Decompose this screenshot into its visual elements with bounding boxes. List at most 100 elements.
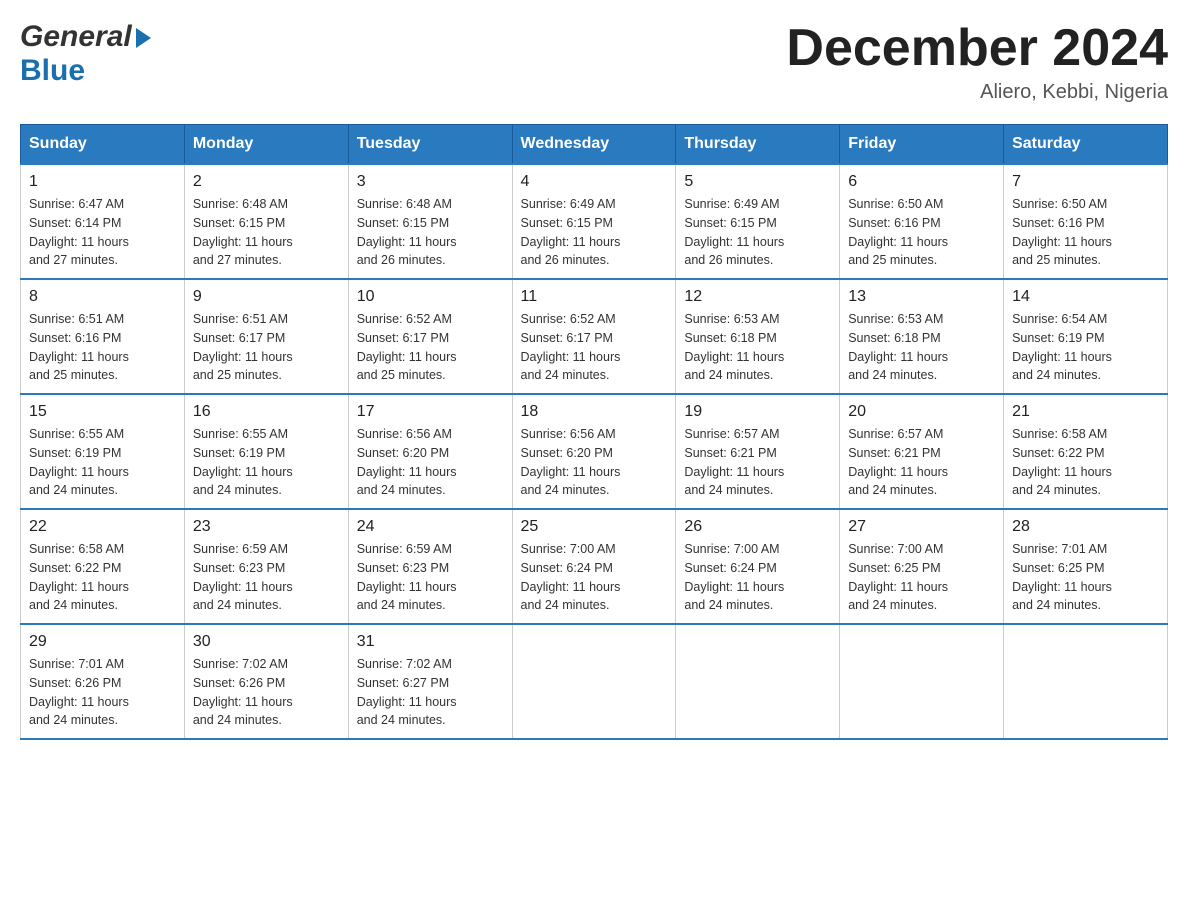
table-row: 11 Sunrise: 6:52 AM Sunset: 6:17 PM Dayl… [512,279,676,394]
table-row [840,624,1004,739]
table-row [676,624,840,739]
day-number: 27 [848,518,995,536]
day-number: 8 [29,288,176,306]
day-info: Sunrise: 7:02 AM Sunset: 6:26 PM Dayligh… [193,655,340,730]
table-row: 17 Sunrise: 6:56 AM Sunset: 6:20 PM Dayl… [348,394,512,509]
day-info: Sunrise: 6:54 AM Sunset: 6:19 PM Dayligh… [1012,310,1159,385]
table-row: 15 Sunrise: 6:55 AM Sunset: 6:19 PM Dayl… [21,394,185,509]
table-row: 28 Sunrise: 7:01 AM Sunset: 6:25 PM Dayl… [1004,509,1168,624]
logo: General Blue [20,20,151,88]
table-row: 3 Sunrise: 6:48 AM Sunset: 6:15 PM Dayli… [348,164,512,279]
calendar-week-row: 1 Sunrise: 6:47 AM Sunset: 6:14 PM Dayli… [21,164,1168,279]
day-info: Sunrise: 6:50 AM Sunset: 6:16 PM Dayligh… [848,195,995,270]
month-title: December 2024 [786,20,1168,77]
table-row: 2 Sunrise: 6:48 AM Sunset: 6:15 PM Dayli… [184,164,348,279]
header-thursday: Thursday [676,125,840,165]
logo-blue-text: Blue [20,54,85,88]
header-friday: Friday [840,125,1004,165]
day-number: 4 [521,173,668,191]
day-info: Sunrise: 6:52 AM Sunset: 6:17 PM Dayligh… [521,310,668,385]
day-number: 29 [29,633,176,651]
day-info: Sunrise: 7:00 AM Sunset: 6:24 PM Dayligh… [521,540,668,615]
day-number: 20 [848,403,995,421]
calendar-week-row: 8 Sunrise: 6:51 AM Sunset: 6:16 PM Dayli… [21,279,1168,394]
weekday-header-row: Sunday Monday Tuesday Wednesday Thursday… [21,125,1168,165]
day-info: Sunrise: 6:56 AM Sunset: 6:20 PM Dayligh… [357,425,504,500]
table-row: 16 Sunrise: 6:55 AM Sunset: 6:19 PM Dayl… [184,394,348,509]
day-number: 9 [193,288,340,306]
day-info: Sunrise: 6:50 AM Sunset: 6:16 PM Dayligh… [1012,195,1159,270]
day-number: 21 [1012,403,1159,421]
day-number: 22 [29,518,176,536]
page-header: General Blue December 2024 Aliero, Kebbi… [20,20,1168,104]
table-row: 21 Sunrise: 6:58 AM Sunset: 6:22 PM Dayl… [1004,394,1168,509]
day-number: 31 [357,633,504,651]
day-info: Sunrise: 6:59 AM Sunset: 6:23 PM Dayligh… [193,540,340,615]
day-number: 25 [521,518,668,536]
day-number: 2 [193,173,340,191]
day-number: 14 [1012,288,1159,306]
day-number: 7 [1012,173,1159,191]
table-row: 12 Sunrise: 6:53 AM Sunset: 6:18 PM Dayl… [676,279,840,394]
day-number: 26 [684,518,831,536]
table-row [512,624,676,739]
table-row: 10 Sunrise: 6:52 AM Sunset: 6:17 PM Dayl… [348,279,512,394]
day-info: Sunrise: 6:49 AM Sunset: 6:15 PM Dayligh… [684,195,831,270]
day-number: 30 [193,633,340,651]
day-info: Sunrise: 7:01 AM Sunset: 6:25 PM Dayligh… [1012,540,1159,615]
header-tuesday: Tuesday [348,125,512,165]
header-wednesday: Wednesday [512,125,676,165]
table-row: 20 Sunrise: 6:57 AM Sunset: 6:21 PM Dayl… [840,394,1004,509]
day-number: 16 [193,403,340,421]
table-row: 14 Sunrise: 6:54 AM Sunset: 6:19 PM Dayl… [1004,279,1168,394]
day-number: 10 [357,288,504,306]
calendar-week-row: 29 Sunrise: 7:01 AM Sunset: 6:26 PM Dayl… [21,624,1168,739]
day-number: 1 [29,173,176,191]
table-row: 29 Sunrise: 7:01 AM Sunset: 6:26 PM Dayl… [21,624,185,739]
logo-general-text: General [20,20,132,54]
day-info: Sunrise: 6:59 AM Sunset: 6:23 PM Dayligh… [357,540,504,615]
table-row: 5 Sunrise: 6:49 AM Sunset: 6:15 PM Dayli… [676,164,840,279]
table-row: 18 Sunrise: 6:56 AM Sunset: 6:20 PM Dayl… [512,394,676,509]
day-number: 11 [521,288,668,306]
calendar-week-row: 15 Sunrise: 6:55 AM Sunset: 6:19 PM Dayl… [21,394,1168,509]
table-row: 13 Sunrise: 6:53 AM Sunset: 6:18 PM Dayl… [840,279,1004,394]
day-info: Sunrise: 7:02 AM Sunset: 6:27 PM Dayligh… [357,655,504,730]
table-row: 6 Sunrise: 6:50 AM Sunset: 6:16 PM Dayli… [840,164,1004,279]
day-number: 19 [684,403,831,421]
logo-arrow-icon [136,28,151,48]
day-number: 24 [357,518,504,536]
table-row: 8 Sunrise: 6:51 AM Sunset: 6:16 PM Dayli… [21,279,185,394]
day-info: Sunrise: 7:01 AM Sunset: 6:26 PM Dayligh… [29,655,176,730]
day-info: Sunrise: 6:58 AM Sunset: 6:22 PM Dayligh… [1012,425,1159,500]
day-info: Sunrise: 6:58 AM Sunset: 6:22 PM Dayligh… [29,540,176,615]
day-info: Sunrise: 6:52 AM Sunset: 6:17 PM Dayligh… [357,310,504,385]
day-info: Sunrise: 6:53 AM Sunset: 6:18 PM Dayligh… [684,310,831,385]
table-row: 23 Sunrise: 6:59 AM Sunset: 6:23 PM Dayl… [184,509,348,624]
table-row: 19 Sunrise: 6:57 AM Sunset: 6:21 PM Dayl… [676,394,840,509]
day-number: 12 [684,288,831,306]
day-info: Sunrise: 7:00 AM Sunset: 6:25 PM Dayligh… [848,540,995,615]
title-area: December 2024 Aliero, Kebbi, Nigeria [786,20,1168,104]
day-number: 28 [1012,518,1159,536]
table-row: 31 Sunrise: 7:02 AM Sunset: 6:27 PM Dayl… [348,624,512,739]
table-row: 4 Sunrise: 6:49 AM Sunset: 6:15 PM Dayli… [512,164,676,279]
table-row: 27 Sunrise: 7:00 AM Sunset: 6:25 PM Dayl… [840,509,1004,624]
day-number: 15 [29,403,176,421]
day-info: Sunrise: 6:49 AM Sunset: 6:15 PM Dayligh… [521,195,668,270]
table-row: 30 Sunrise: 7:02 AM Sunset: 6:26 PM Dayl… [184,624,348,739]
day-number: 13 [848,288,995,306]
day-info: Sunrise: 6:56 AM Sunset: 6:20 PM Dayligh… [521,425,668,500]
day-info: Sunrise: 6:48 AM Sunset: 6:15 PM Dayligh… [193,195,340,270]
header-sunday: Sunday [21,125,185,165]
calendar-table: Sunday Monday Tuesday Wednesday Thursday… [20,124,1168,740]
day-info: Sunrise: 6:57 AM Sunset: 6:21 PM Dayligh… [684,425,831,500]
day-info: Sunrise: 6:48 AM Sunset: 6:15 PM Dayligh… [357,195,504,270]
day-number: 17 [357,403,504,421]
table-row: 7 Sunrise: 6:50 AM Sunset: 6:16 PM Dayli… [1004,164,1168,279]
day-number: 18 [521,403,668,421]
day-info: Sunrise: 6:55 AM Sunset: 6:19 PM Dayligh… [193,425,340,500]
calendar-week-row: 22 Sunrise: 6:58 AM Sunset: 6:22 PM Dayl… [21,509,1168,624]
table-row: 24 Sunrise: 6:59 AM Sunset: 6:23 PM Dayl… [348,509,512,624]
day-number: 6 [848,173,995,191]
